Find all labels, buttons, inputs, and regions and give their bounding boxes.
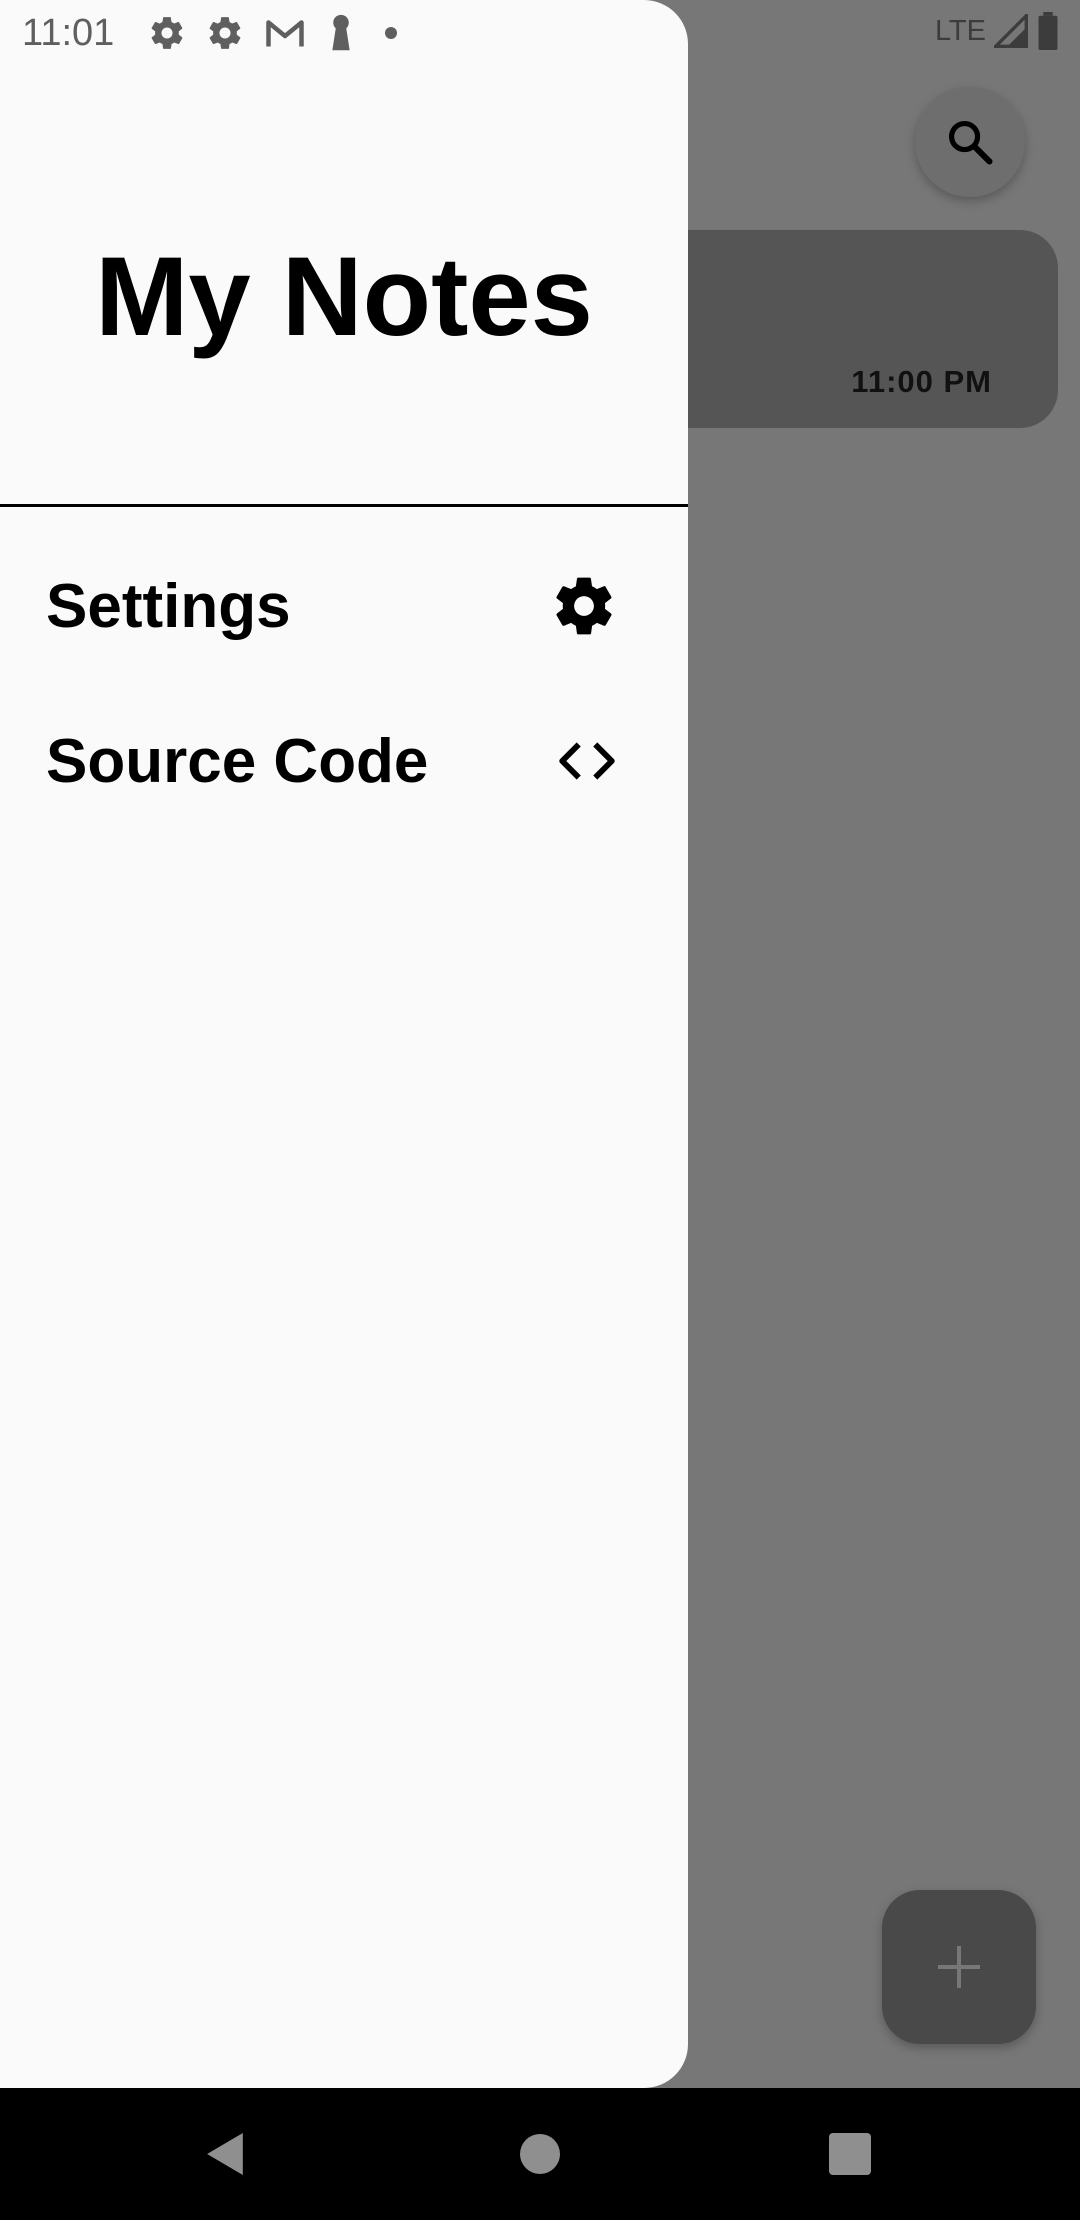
search-icon bbox=[948, 120, 993, 165]
drawer-item-label: Settings bbox=[46, 571, 291, 641]
signal-icon bbox=[994, 14, 1028, 48]
keyhole-icon bbox=[326, 14, 356, 52]
status-bar: 11:01 LTE bbox=[0, 0, 1080, 66]
back-icon bbox=[207, 2133, 243, 2175]
status-time: 11:01 bbox=[22, 12, 115, 54]
battery-icon bbox=[1038, 12, 1058, 50]
settings-icon bbox=[148, 14, 186, 52]
drawer-item-source-code[interactable]: Source Code bbox=[0, 701, 688, 821]
notification-icons bbox=[148, 14, 406, 52]
drawer-item-settings[interactable]: Settings bbox=[0, 546, 688, 666]
drawer-divider bbox=[0, 504, 688, 507]
note-card[interactable]: 11:00 PM bbox=[640, 230, 1058, 428]
settings-icon bbox=[206, 14, 244, 52]
navigation-drawer: My Notes Settings Source Code bbox=[0, 0, 688, 2088]
add-note-button[interactable] bbox=[882, 1890, 1036, 2044]
network-type: LTE bbox=[934, 14, 986, 47]
code-icon bbox=[559, 742, 615, 780]
gear-icon bbox=[556, 577, 612, 635]
search-button[interactable] bbox=[915, 87, 1025, 197]
recents-button[interactable] bbox=[790, 2088, 910, 2220]
recents-icon bbox=[829, 2133, 871, 2175]
gmail-icon bbox=[264, 16, 306, 50]
home-icon bbox=[520, 2134, 560, 2174]
back-button[interactable] bbox=[166, 2088, 286, 2220]
drawer-title: My Notes bbox=[95, 234, 593, 359]
dot-icon bbox=[376, 18, 406, 48]
navigation-bar bbox=[0, 2088, 1080, 2220]
system-icons: LTE bbox=[935, 12, 1060, 50]
plus-icon bbox=[938, 1946, 980, 1988]
home-button[interactable] bbox=[480, 2088, 600, 2220]
note-time: 11:00 PM bbox=[851, 364, 992, 399]
drawer-item-label: Source Code bbox=[46, 726, 429, 796]
